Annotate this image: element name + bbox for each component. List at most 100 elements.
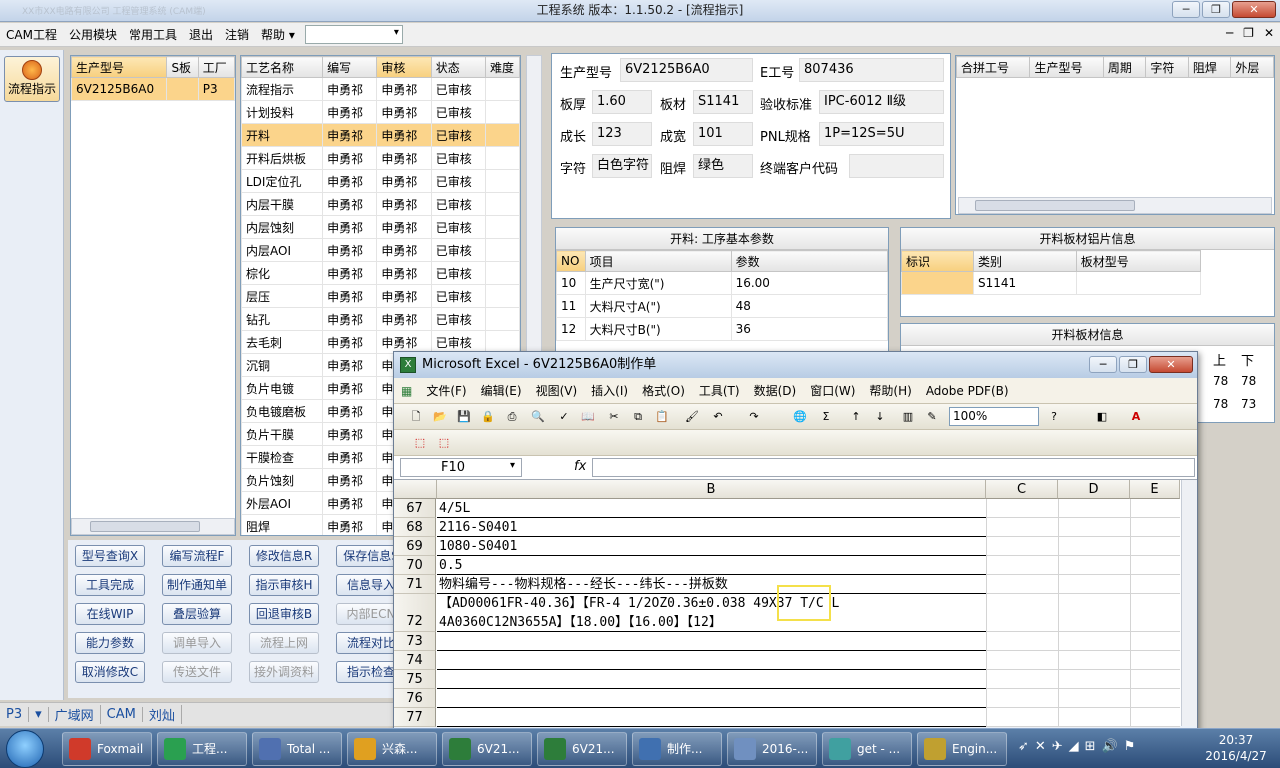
row-header[interactable]: 72 (394, 594, 436, 632)
toolbar-combo[interactable] (304, 25, 403, 44)
mdi-minimize-icon[interactable]: ─ (1226, 26, 1233, 40)
paste-icon[interactable]: 📋 (654, 409, 670, 425)
col-mark[interactable]: 标识 (901, 250, 974, 272)
table-row[interactable]: 内层AOI 申勇祁 申勇祁 已审核 (241, 238, 520, 262)
new-icon[interactable]: 🗋 (408, 409, 424, 425)
field-material[interactable]: S1141 (693, 90, 753, 114)
excel-menu-4[interactable]: 格式(O) (635, 382, 692, 399)
col-header-b[interactable]: B (437, 480, 986, 499)
function-icon[interactable]: fx (574, 459, 586, 474)
action-button-0-1[interactable]: 编写流程F (162, 545, 232, 567)
col-header-e[interactable]: E (1130, 480, 1180, 499)
field-prod-model[interactable]: 6V2125B6A0 (620, 58, 753, 82)
field-width[interactable]: 101 (693, 122, 753, 146)
cell-b[interactable]: 4/5L (437, 499, 986, 518)
nav-flow-indicator[interactable]: 流程指示 (4, 56, 60, 102)
cell-b[interactable] (437, 632, 986, 651)
permission-icon[interactable]: 🔒 (480, 409, 496, 425)
action-button-2-0[interactable]: 在线WIP (75, 603, 145, 625)
action-button-3-1[interactable]: 调单导入 (162, 632, 232, 654)
menu-exit[interactable]: 退出 (183, 26, 219, 43)
row-header[interactable]: 71 (394, 575, 436, 594)
col-param[interactable]: 参数 (730, 250, 888, 272)
row-header[interactable]: 74 (394, 651, 436, 670)
close-button[interactable]: ✕ (1232, 1, 1276, 18)
action-button-4-1[interactable]: 传送文件 (162, 661, 232, 683)
taskbar-button-5[interactable]: 6V21... (537, 732, 627, 766)
col-review[interactable]: 审核 (376, 56, 432, 78)
mdi-close-icon[interactable]: ✕ (1264, 26, 1274, 40)
excel-vscroll[interactable] (1181, 480, 1197, 726)
col-factory[interactable]: 工厂 (197, 56, 236, 78)
action-button-1-2[interactable]: 指示审核H (249, 574, 319, 596)
table-row[interactable]: 计划投料 申勇祁 申勇祁 已审核 (241, 100, 520, 124)
maximize-button[interactable]: ❐ (1202, 1, 1230, 18)
table-row[interactable]: 11 大料尺寸A(") 48 (556, 294, 888, 318)
zoom-combo[interactable]: 100% (949, 407, 1039, 426)
menu-help[interactable]: 帮助 ▾ (255, 26, 301, 43)
table-row[interactable]: LDI定位孔 申勇祁 申勇祁 已审核 (241, 169, 520, 193)
product-hscroll[interactable] (71, 518, 235, 535)
select-all-corner[interactable] (394, 480, 437, 499)
col-process-name[interactable]: 工艺名称 (241, 56, 324, 78)
table-row[interactable]: 10 生产尺寸宽(") 16.00 (556, 271, 888, 295)
field-char[interactable]: 白色字符 (592, 154, 652, 178)
row-header[interactable]: 70 (394, 556, 436, 575)
action-button-1-1[interactable]: 制作通知单 (162, 574, 232, 596)
name-box[interactable]: F10 (400, 458, 522, 477)
action-button-3-0[interactable]: 能力参数 (75, 632, 145, 654)
research-icon[interactable]: 📖 (580, 409, 596, 425)
minimize-button[interactable]: ─ (1172, 1, 1200, 18)
format-painter-icon[interactable]: 🖌 (684, 409, 700, 425)
cell-b[interactable] (437, 708, 986, 727)
cell-b[interactable] (437, 670, 986, 689)
table-row[interactable]: S1141 (901, 271, 1202, 295)
cell-b[interactable] (437, 651, 986, 670)
row-header[interactable]: 69 (394, 537, 436, 556)
table-row[interactable]: 开料后烘板 申勇祁 申勇祁 已审核 (241, 146, 520, 170)
field-mask[interactable]: 绿色 (693, 154, 753, 178)
hyperlink-icon[interactable]: 🌐 (792, 409, 808, 425)
col-merge-model[interactable]: 生产型号 (1029, 56, 1104, 78)
excel-menu-3[interactable]: 插入(I) (584, 382, 635, 399)
excel-menu-9[interactable]: Adobe PDF(B) (919, 384, 1016, 398)
mdi-restore-icon[interactable]: ❐ (1243, 26, 1254, 40)
menu-logout[interactable]: 注销 (219, 26, 255, 43)
row-header[interactable]: 73 (394, 632, 436, 651)
row-header[interactable]: 75 (394, 670, 436, 689)
action-button-0-0[interactable]: 型号查询X (75, 545, 145, 567)
autosum-icon[interactable]: Σ (818, 409, 834, 425)
sort-ascending-icon[interactable]: ↑ (848, 409, 864, 425)
col-type[interactable]: 类别 (972, 250, 1077, 272)
col-difficulty[interactable]: 难度 (485, 56, 520, 78)
action-button-4-2[interactable]: 接外调资料 (249, 661, 319, 683)
col-merge-mask[interactable]: 阻焊 (1187, 56, 1232, 78)
table-row[interactable]: 开料 申勇祁 申勇祁 已审核 (241, 123, 520, 147)
row-header[interactable]: 76 (394, 689, 436, 708)
excel-menu-6[interactable]: 数据(D) (747, 382, 804, 399)
col-status[interactable]: 状态 (430, 56, 487, 78)
field-thickness[interactable]: 1.60 (592, 90, 652, 114)
table-row[interactable]: 钻孔 申勇祁 申勇祁 已审核 (241, 307, 520, 331)
row-header[interactable]: 77 (394, 708, 436, 727)
excel-menu-7[interactable]: 窗口(W) (803, 382, 862, 399)
cell-b[interactable]: 2116-S0401 (437, 518, 986, 537)
taskbar-button-1[interactable]: 工程... (157, 732, 247, 766)
redo-icon[interactable]: ↷ (746, 409, 762, 425)
taskbar-button-2[interactable]: Total ... (252, 732, 342, 766)
spelling-icon[interactable]: ✓ (556, 409, 572, 425)
undo-icon[interactable]: ↶ (710, 409, 726, 425)
col-merge-no[interactable]: 合拼工号 (955, 56, 1031, 78)
col-prod-model[interactable]: 生产型号 (70, 56, 168, 78)
col-author[interactable]: 编写 (322, 56, 378, 78)
copy-icon[interactable]: ⧉ (630, 409, 646, 425)
cell-b[interactable]: 0.5 (437, 556, 986, 575)
col-item[interactable]: 项目 (584, 250, 732, 272)
row-header[interactable]: 68 (394, 518, 436, 537)
action-button-0-2[interactable]: 修改信息R (249, 545, 319, 567)
pdf-email-icon[interactable]: ⬚ (436, 435, 452, 451)
table-row[interactable]: 6V2125B6A0 P3 (70, 77, 236, 101)
field-standard[interactable]: IPC-6012 Ⅱ级 (819, 90, 944, 114)
excel-menu-0[interactable]: 文件(F) (419, 382, 473, 399)
taskbar-button-4[interactable]: 6V21... (442, 732, 532, 766)
